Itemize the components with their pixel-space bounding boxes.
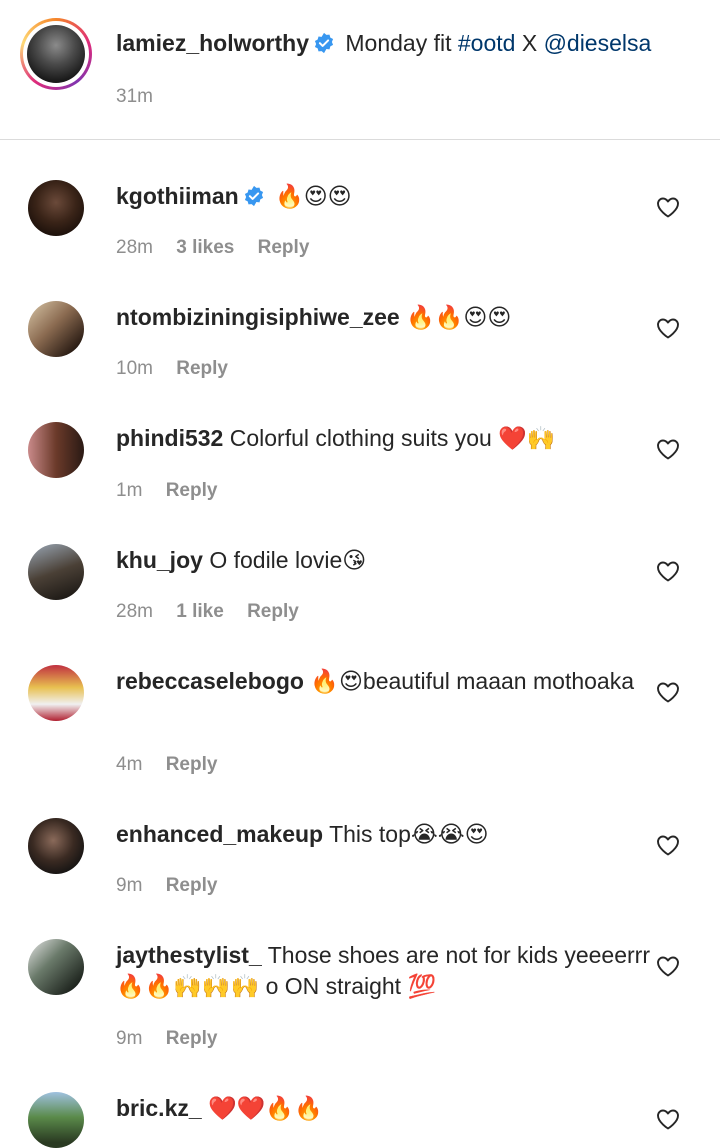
heart-outline-icon[interactable] — [656, 438, 680, 460]
reply-button[interactable]: Reply — [166, 1028, 218, 1049]
comment-username[interactable]: rebeccaselebogo — [116, 668, 304, 694]
reply-button[interactable]: Reply — [166, 875, 218, 896]
comment-time: 9m — [116, 1028, 143, 1049]
comment-username[interactable]: phindi532 — [116, 425, 223, 451]
caption-avatar[interactable] — [20, 18, 92, 90]
comment-time: 10m — [116, 358, 153, 379]
avatar-image — [27, 25, 85, 83]
comment-username[interactable]: kgothiiman — [116, 183, 239, 209]
reply-button[interactable]: Reply — [247, 601, 299, 622]
comment-username[interactable]: enhanced_makeup — [116, 821, 323, 847]
reply-button[interactable]: Reply — [166, 480, 218, 501]
comment-time: 28m — [116, 601, 153, 622]
avatar[interactable] — [28, 301, 84, 357]
avatar[interactable] — [28, 818, 84, 874]
comment-text: 🔥😍😍 — [275, 183, 352, 209]
avatar[interactable] — [28, 544, 84, 600]
heart-outline-icon[interactable] — [656, 317, 680, 339]
avatar[interactable] — [28, 180, 84, 236]
caption-body: Monday fit — [345, 30, 452, 56]
caption-username[interactable]: lamiez_holworthy — [116, 30, 309, 56]
comment-time: 9m — [116, 875, 143, 896]
caption-text: lamiez_holworthy Monday fit #ootd X @die… — [116, 28, 660, 59]
likes-count[interactable]: 1 like — [176, 601, 224, 622]
comment-username[interactable]: khu_joy — [116, 547, 203, 573]
avatar[interactable] — [28, 422, 84, 478]
caption-time: 31m — [116, 86, 153, 107]
comment-text: This top😭😭😍 — [329, 821, 489, 847]
reply-button[interactable]: Reply — [166, 754, 218, 775]
heart-outline-icon[interactable] — [656, 955, 680, 977]
comment-text: Colorful clothing suits you ❤️🙌 — [229, 425, 556, 451]
verified-badge-icon — [244, 185, 263, 207]
comment-text: 🔥🔥😍😍 — [406, 304, 512, 330]
mention-link[interactable]: @dieselsa — [544, 30, 652, 56]
comment-text: 🔥😍beautiful maaan mothoaka — [310, 668, 634, 694]
avatar[interactable] — [28, 665, 84, 721]
avatar[interactable] — [28, 1092, 84, 1148]
reply-button[interactable]: Reply — [258, 237, 310, 258]
comment-username[interactable]: bric.kz_ — [116, 1095, 202, 1121]
likes-count[interactable]: 3 likes — [176, 237, 234, 258]
hashtag-link[interactable]: #ootd — [458, 30, 516, 56]
verified-badge-icon — [314, 32, 334, 54]
comment-username[interactable]: jaythestylist_ — [116, 942, 262, 968]
heart-outline-icon[interactable] — [656, 196, 680, 218]
comment-time: 4m — [116, 754, 143, 775]
heart-outline-icon[interactable] — [656, 1108, 680, 1130]
caption-connector: X — [521, 30, 538, 56]
reply-button[interactable]: Reply — [176, 358, 228, 379]
avatar[interactable] — [28, 939, 84, 995]
heart-outline-icon[interactable] — [656, 834, 680, 856]
heart-outline-icon[interactable] — [656, 560, 680, 582]
comment-text: ❤️❤️🔥🔥 — [208, 1095, 323, 1121]
comment-time: 28m — [116, 237, 153, 258]
comment-text: O fodile lovie😘 — [209, 547, 367, 573]
comment-time: 1m — [116, 480, 143, 501]
caption-section: lamiez_holworthy Monday fit #ootd X @die… — [0, 0, 720, 140]
comment-username[interactable]: ntombiziningisiphiwe_zee — [116, 304, 400, 330]
heart-outline-icon[interactable] — [656, 681, 680, 703]
